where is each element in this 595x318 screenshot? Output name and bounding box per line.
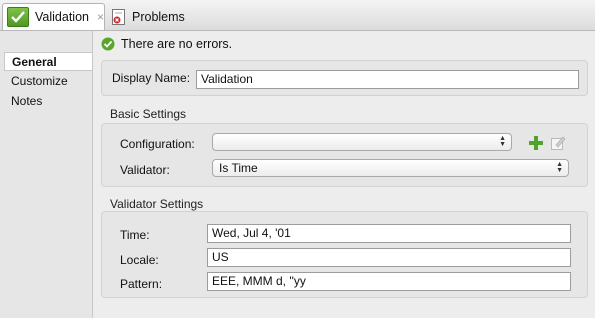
display-name-group: Display Name: Validation bbox=[101, 60, 588, 96]
display-name-label: Display Name: bbox=[112, 71, 191, 85]
basic-settings-title: Basic Settings bbox=[110, 107, 187, 121]
validator-value: Is Time bbox=[219, 161, 258, 175]
sidebar-item-general[interactable]: General bbox=[4, 52, 92, 71]
problems-icon bbox=[112, 8, 125, 25]
select-arrows-icon: ▲ ▼ bbox=[499, 135, 506, 148]
ok-icon bbox=[101, 37, 115, 51]
status-text: There are no errors. bbox=[121, 37, 233, 51]
display-name-field[interactable]: Validation bbox=[196, 70, 579, 89]
validator-settings-title: Validator Settings bbox=[110, 197, 204, 211]
sidebar-item-customize[interactable]: Customize bbox=[4, 72, 92, 91]
time-label: Time: bbox=[120, 228, 150, 242]
locale-field[interactable]: US bbox=[207, 248, 571, 267]
add-icon[interactable] bbox=[528, 135, 544, 151]
pattern-label: Pattern: bbox=[120, 277, 163, 291]
configuration-select[interactable]: ▲ ▼ bbox=[212, 133, 512, 151]
basic-settings-group: Configuration: ▲ ▼ Validator: Is Time ▲ ▼ bbox=[101, 123, 588, 187]
time-field[interactable]: Wed, Jul 4, '01 bbox=[207, 224, 571, 243]
tab-problems-label: Problems bbox=[132, 9, 185, 24]
validator-settings-group: Time: Wed, Jul 4, '01 Locale: US Pattern… bbox=[101, 211, 588, 298]
tab-problems[interactable]: Problems bbox=[110, 3, 200, 30]
validator-select[interactable]: Is Time ▲ ▼ bbox=[212, 159, 569, 177]
select-arrows-icon: ▲ ▼ bbox=[556, 161, 563, 174]
status-message: There are no errors. bbox=[101, 37, 232, 51]
tab-validation[interactable]: Validation × bbox=[2, 3, 105, 30]
edit-icon[interactable] bbox=[550, 135, 566, 151]
main-panel: There are no errors. Display Name: Valid… bbox=[93, 31, 595, 318]
close-icon[interactable]: × bbox=[97, 10, 104, 24]
validator-label: Validator: bbox=[120, 163, 170, 177]
check-icon bbox=[7, 7, 29, 27]
editor-tab-bar: Validation × Problems bbox=[0, 0, 595, 31]
pattern-field[interactable]: EEE, MMM d, ''yy bbox=[207, 272, 571, 291]
tab-validation-label: Validation bbox=[35, 10, 89, 24]
sidebar-item-notes[interactable]: Notes bbox=[4, 92, 92, 111]
locale-label: Locale: bbox=[120, 253, 159, 267]
sidebar: General Customize Notes bbox=[0, 31, 93, 318]
configuration-label: Configuration: bbox=[120, 137, 195, 151]
